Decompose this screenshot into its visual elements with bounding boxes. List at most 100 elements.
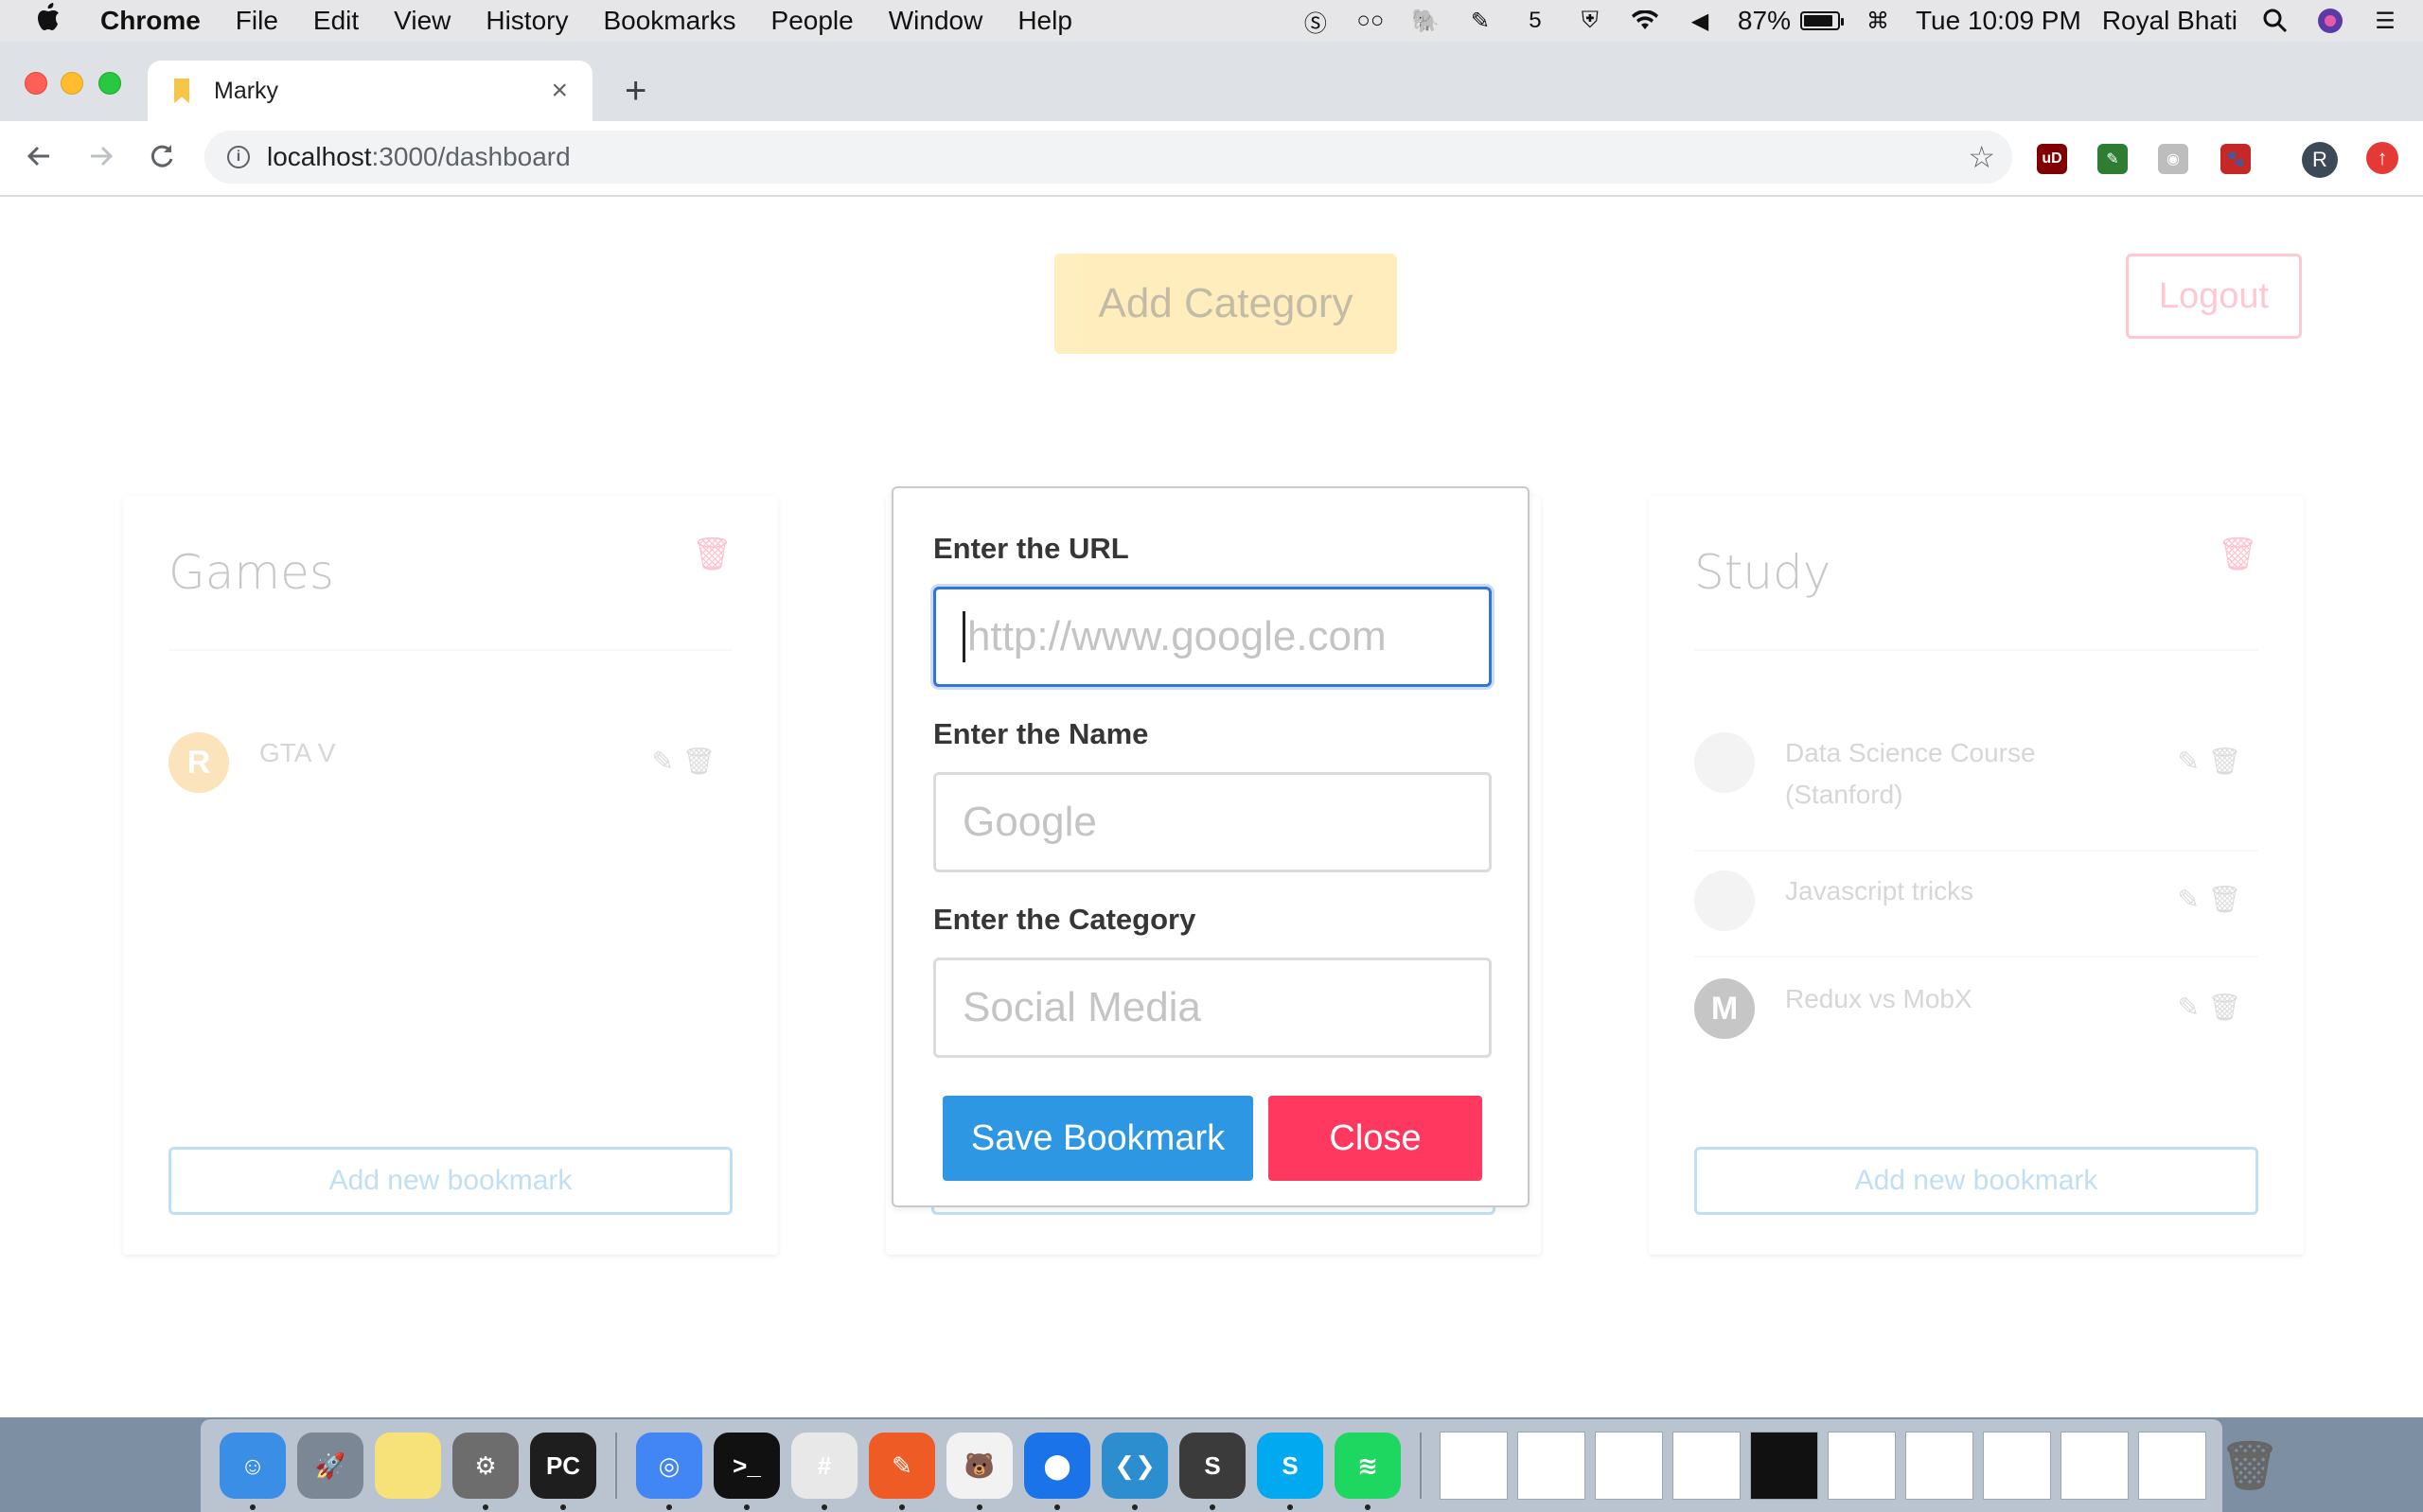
slack-window-thumbnail[interactable] [2060,1432,2129,1500]
address-bar[interactable]: i localhost :3000/dashboard ☆ [204,131,2012,184]
volume-icon[interactable]: ◀ [1683,7,1717,35]
name-input[interactable]: Google [933,772,1492,872]
menu-app-name[interactable]: Chrome [100,6,201,36]
wifi-icon[interactable] [1628,7,1662,35]
slack-icon[interactable]: # [791,1433,858,1510]
screenshot-thumbnail[interactable] [1905,1432,1973,1500]
menu-edit[interactable]: Edit [313,6,359,36]
tab-marky[interactable]: Marky × [148,61,592,121]
trash-icon[interactable]: 🗑 [2207,884,2241,915]
category-input[interactable]: Social Media [933,958,1492,1058]
trash-icon[interactable]: 🗑 [681,746,716,777]
bookmark-name[interactable]: Javascript tricks [1785,870,2126,912]
finder-icon[interactable]: ☺ [220,1433,286,1510]
spotify-icon[interactable]: ≋ [1335,1433,1401,1510]
name-placeholder: Google [963,799,1097,845]
add-category-button[interactable]: Add Category [1054,254,1397,354]
profile-avatar[interactable]: R [2302,142,2338,178]
new-tab-button[interactable]: + [625,70,646,113]
record-icon[interactable]: ◉ [2158,144,2188,174]
menu-clock[interactable]: Tue 10:09 PM [1916,6,2081,36]
glasses-icon[interactable]: ○○ [1353,7,1388,35]
vscode-icon[interactable]: ❮❯ [1102,1433,1168,1510]
site-info-icon[interactable]: i [227,146,250,168]
evernote-icon[interactable]: ✎ [1463,7,1497,35]
menu-file[interactable]: File [236,6,278,36]
running-indicator [250,1504,256,1510]
terminal-icon[interactable]: >_ [714,1433,780,1510]
apple-menu-icon[interactable] [36,3,72,39]
ublock-icon[interactable]: uD [2037,144,2067,174]
save-bookmark-button[interactable]: Save Bookmark [943,1096,1253,1181]
trash-icon[interactable]: 🗑 [2217,1433,2283,1499]
pycharm-window-thumbnail[interactable] [1595,1432,1663,1500]
chrome-window-thumbnail[interactable] [2138,1432,2206,1500]
skype-status-icon[interactable]: Ⓢ [1299,7,1333,37]
menu-user[interactable]: Royal Bhati [2102,6,2237,36]
delete-category-icon[interactable]: 🗑 [2218,536,2258,573]
close-tab-icon[interactable]: × [551,75,568,107]
pycharm-icon[interactable]: PC [530,1433,596,1510]
chrome-icon[interactable]: ◎ [636,1433,702,1510]
add-bookmark-button[interactable]: Add new bookmark [168,1147,733,1215]
edit-icon[interactable]: ✎ [2178,746,2200,777]
delete-category-icon[interactable]: 🗑 [692,536,733,573]
menu-help[interactable]: Help [1017,6,1072,36]
list-item[interactable]: Javascript tricks ✎ 🗑 [1694,870,2258,931]
add-bookmark-button[interactable]: Add new bookmark [1694,1147,2258,1215]
finder-window-thumbnail[interactable] [1828,1432,1896,1500]
bookmark-star-icon[interactable]: ☆ [1968,139,1995,175]
menu-bookmarks[interactable]: Bookmarks [603,6,735,36]
forward-button[interactable] [87,142,115,179]
extension-status-icon[interactable]: ⛨ [1573,7,1607,35]
zip-file-icon[interactable] [1440,1432,1508,1500]
html5-icon[interactable]: 5 [1518,7,1552,35]
bookmark-name[interactable]: Redux vs MobX [1785,978,2126,1020]
battery-icon[interactable] [1799,11,1844,30]
skype-icon[interactable]: S [1257,1433,1323,1510]
edit-icon[interactable]: ✎ [2178,884,2200,915]
update-icon[interactable]: ↑ [2366,142,2398,174]
paw-icon[interactable]: 🐾 [2220,144,2251,174]
close-window-button[interactable] [25,72,47,95]
menu-window[interactable]: Window [889,6,983,36]
system-preferences-icon[interactable]: ⚙ [452,1433,519,1510]
siri-icon[interactable] [2313,7,2347,35]
trash-icon[interactable]: 🗑 [2207,746,2241,777]
menu-history[interactable]: History [486,6,568,36]
terminal-window-thumbnail[interactable] [1750,1432,1818,1500]
list-item[interactable]: Data Science Course (Stanford) ✎ 🗑 [1694,732,2258,816]
postman-icon[interactable]: ✎ [869,1433,935,1510]
fullscreen-window-button[interactable] [98,72,121,95]
keyboard-viewer-icon[interactable]: ⌘ [1861,7,1895,35]
menu-view[interactable]: View [394,6,451,36]
close-button[interactable]: Close [1268,1096,1482,1181]
back-button[interactable] [25,142,53,179]
spreadsheet-thumbnail[interactable] [1672,1432,1741,1500]
minimize-window-button[interactable] [61,72,83,95]
elephant-icon[interactable]: 🐘 [1408,7,1442,35]
browser-window-thumbnail[interactable] [1983,1432,2051,1500]
bear-icon[interactable]: 🐻 [946,1433,1013,1510]
menu-people[interactable]: People [771,6,854,36]
bookmark-name[interactable]: Data Science Course (Stanford) [1785,732,2126,816]
notes-icon[interactable] [375,1433,441,1499]
maps-pin-icon[interactable]: ⬤ [1024,1433,1090,1510]
document-thumbnail[interactable] [1517,1432,1585,1500]
list-item[interactable]: R GTA V ✎ 🗑 [168,732,733,793]
trash-icon[interactable]: 🗑 [2207,992,2241,1023]
list-item[interactable]: M Redux vs MobX ✎ 🗑 [1694,978,2258,1039]
notification-center-icon[interactable]: ☰ [2368,7,2402,35]
logout-button[interactable]: Logout [2126,254,2302,339]
edit-icon[interactable]: ✎ [2178,992,2200,1023]
sublime-text-icon[interactable]: S [1179,1433,1246,1510]
url-input[interactable]: http://www.google.com [933,587,1492,687]
launchpad-icon[interactable]: 🚀 [297,1433,363,1499]
reload-button[interactable] [148,142,176,179]
spotlight-search-icon[interactable] [2258,7,2292,35]
colorpicker-icon[interactable]: ✎ [2097,144,2128,174]
card-divider [168,649,733,651]
menu-bar: Chrome File Edit View History Bookmarks … [0,0,2423,42]
bookmark-name[interactable]: GTA V [259,732,600,774]
edit-icon[interactable]: ✎ [652,746,674,777]
